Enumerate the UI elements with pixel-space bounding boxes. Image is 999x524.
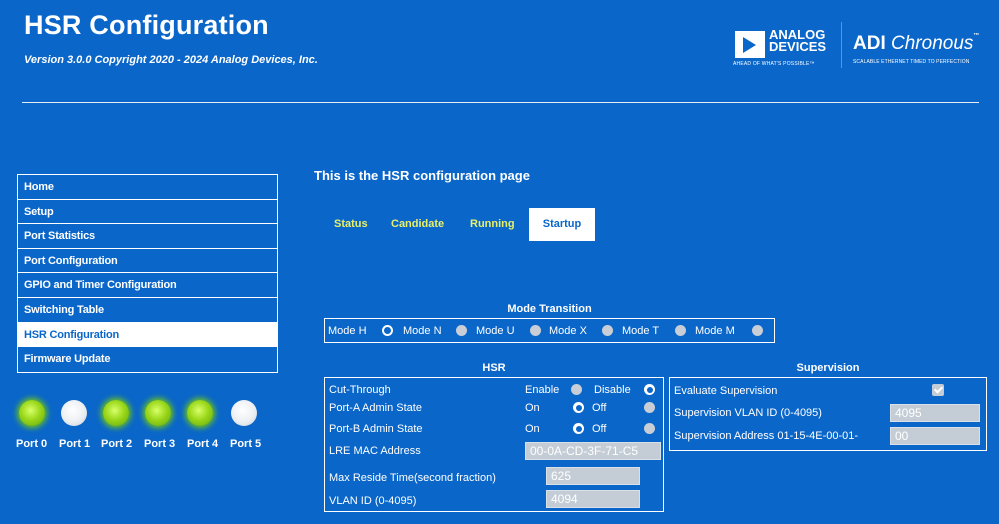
mode-t-label: Mode T [622, 325, 660, 337]
page-title: HSR Configuration [24, 10, 269, 40]
port-5-led-icon [231, 400, 257, 426]
evaluate-supervision-checkbox[interactable] [932, 384, 944, 396]
supervision-vlan-field[interactable]: 4095 [890, 404, 980, 422]
mode-x-radio[interactable] [602, 325, 613, 336]
tab-running[interactable]: Running [460, 208, 525, 241]
vlan-id-field[interactable]: 4094 [546, 490, 640, 508]
port-3-label: Port 3 [144, 438, 176, 450]
mode-x-label: Mode X [549, 325, 587, 337]
nav-item-home[interactable]: Home [18, 175, 277, 200]
port-4-label: Port 4 [187, 438, 219, 450]
logo-divider [841, 22, 842, 68]
nav-item-port-configuration[interactable]: Port Configuration [18, 249, 277, 274]
port-b-on-radio[interactable] [573, 423, 584, 434]
nav-item-hsr-configuration[interactable]: HSR Configuration [18, 322, 277, 348]
tab-status[interactable]: Status [324, 208, 378, 241]
cut-through-disable-radio[interactable] [644, 384, 655, 395]
cut-through-disable-label: Disable [594, 384, 631, 396]
port-1-led-icon [61, 400, 87, 426]
port-b-on-label: On [525, 423, 540, 435]
adi-logo-text: ANALOG DEVICES [769, 27, 827, 54]
port-a-on-label: On [525, 402, 540, 414]
sidebar-nav: Home Setup Port Statistics Port Configur… [17, 174, 278, 373]
cut-through-label: Cut-Through [329, 384, 391, 396]
mode-h-label: Mode H [328, 325, 367, 337]
nav-item-setup[interactable]: Setup [18, 200, 277, 225]
tab-startup[interactable]: Startup [529, 208, 595, 241]
mode-m-radio[interactable] [752, 325, 763, 336]
lre-mac-field[interactable]: 00-0A-CD-3F-71-C5 [525, 442, 661, 460]
adi-tagline: AHEAD OF WHAT'S POSSIBLE™ [733, 61, 815, 67]
mode-m-label: Mode M [695, 325, 735, 337]
port-0-label: Port 0 [16, 438, 48, 450]
supervision-settings-group: Evaluate Supervision Supervision VLAN ID… [669, 377, 987, 451]
supervision-address-label: Supervision Address 01-15-4E-00-01- [674, 430, 859, 442]
max-reside-label: Max Reside Time(second fraction) [329, 472, 496, 484]
version-text: Version 3.0.0 Copyright 2020 - 2024 Anal… [24, 54, 318, 66]
mode-t-radio[interactable] [675, 325, 686, 336]
port-1-label: Port 1 [59, 438, 91, 450]
port-3-led-icon [145, 400, 171, 426]
mode-u-label: Mode U [476, 325, 515, 337]
port-4-led-icon [187, 400, 213, 426]
tab-candidate[interactable]: Candidate [381, 208, 454, 241]
nav-item-port-statistics[interactable]: Port Statistics [18, 224, 277, 249]
hsr-section-title: HSR [482, 362, 506, 374]
port-a-admin-label: Port-A Admin State [329, 402, 422, 414]
vlan-id-label: VLAN ID (0-4095) [329, 495, 417, 507]
mode-transition-group: Mode H Mode N Mode U Mode X Mode T Mode … [324, 318, 775, 343]
supervision-vlan-label: Supervision VLAN ID (0-4095) [674, 407, 822, 419]
mode-n-radio[interactable] [456, 325, 467, 336]
page-heading: This is the HSR configuration page [314, 168, 530, 183]
chronous-tagline: SCALABLE ETHERNET TIMED TO PERFECTION [853, 59, 970, 65]
supervision-section-title: Supervision [796, 362, 860, 374]
mode-h-radio[interactable] [382, 325, 393, 336]
adi-chronous-logo: ADI Chronous™ SCALABLE ETHERNET TIMED TO… [853, 33, 993, 65]
supervision-address-field[interactable]: 00 [890, 427, 980, 445]
nav-item-switching-table[interactable]: Switching Table [18, 298, 277, 323]
max-reside-field[interactable]: 625 [546, 467, 640, 485]
cut-through-enable-label: Enable [525, 384, 560, 396]
port-b-off-radio[interactable] [644, 423, 655, 434]
hsr-settings-group: Cut-Through Enable Disable Port-A Admin … [324, 377, 664, 512]
port-0-led-icon [19, 400, 45, 426]
adi-triangle-icon [735, 31, 765, 58]
mode-transition-title: Mode Transition [507, 303, 592, 315]
port-b-off-label: Off [592, 423, 607, 435]
port-b-admin-label: Port-B Admin State [329, 423, 423, 435]
port-a-off-label: Off [592, 402, 607, 414]
port-2-led-icon [103, 400, 129, 426]
port-a-off-radio[interactable] [644, 402, 655, 413]
analog-devices-logo: ANALOG DEVICES AHEAD OF WHAT'S POSSIBLE™ [733, 28, 843, 70]
nav-item-firmware-update[interactable]: Firmware Update [18, 347, 277, 372]
mode-n-label: Mode N [403, 325, 442, 337]
lre-mac-label: LRE MAC Address [329, 445, 421, 457]
header-divider [22, 102, 979, 103]
mode-u-radio[interactable] [530, 325, 541, 336]
port-a-on-radio[interactable] [573, 402, 584, 413]
nav-item-gpio-timer[interactable]: GPIO and Timer Configuration [18, 273, 277, 298]
cut-through-enable-radio[interactable] [571, 384, 582, 395]
port-5-label: Port 5 [230, 438, 262, 450]
port-2-label: Port 2 [101, 438, 133, 450]
evaluate-supervision-label: Evaluate Supervision [674, 385, 778, 397]
